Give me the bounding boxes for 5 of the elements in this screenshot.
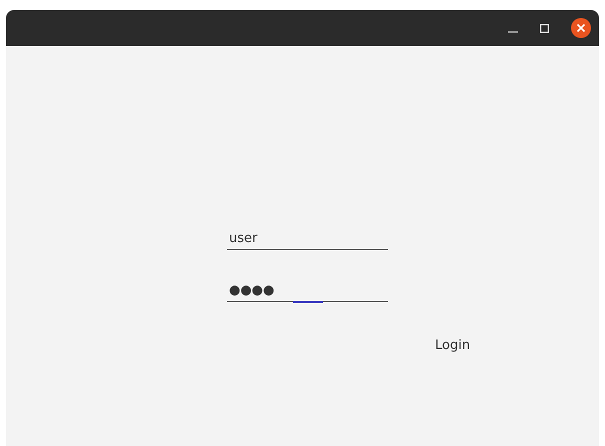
password-field[interactable]: ●●●● [227,276,388,302]
close-icon[interactable] [571,18,591,38]
login-button[interactable]: Login [427,332,478,360]
maximize-icon[interactable] [540,24,549,32]
username-field[interactable]: user [227,224,388,250]
